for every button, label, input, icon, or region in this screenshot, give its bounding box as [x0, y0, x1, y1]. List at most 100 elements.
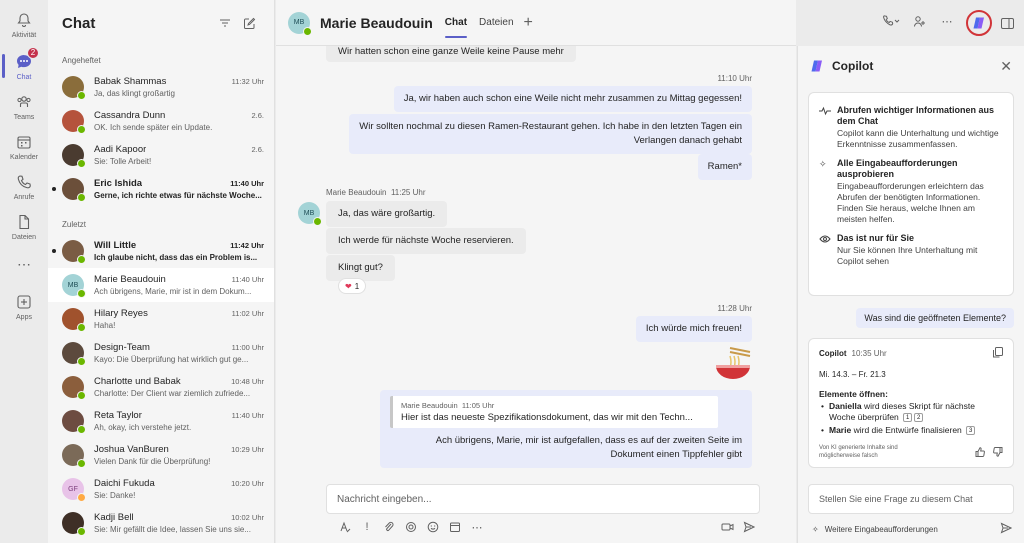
chat-item-row: Eric Ishida 11:40 Uhr	[94, 178, 264, 189]
citation-ref[interactable]: 3	[966, 426, 976, 436]
chat-list-item[interactable]: Aadi Kapoor 2.6. Sie: Tolle Arbeit!	[48, 138, 274, 172]
sparkle-icon: ✧	[819, 159, 827, 169]
more-horizontal-icon[interactable]: ⋯	[936, 10, 958, 32]
chat-item-name: Eric Ishida	[94, 178, 143, 189]
format-icon[interactable]	[334, 518, 356, 536]
chat-item-time: 10:48 Uhr	[231, 377, 264, 386]
chat-list-item[interactable]: Charlotte und Babak 10:48 Uhr Charlotte: D…	[48, 370, 274, 404]
loop-icon[interactable]	[400, 518, 422, 536]
avatar[interactable]: MB	[288, 11, 312, 36]
copilot-title: Copilot	[832, 59, 874, 73]
thumbs-up-icon[interactable]	[975, 447, 985, 460]
rail-item-calendar[interactable]: Kalender	[0, 126, 48, 166]
avatar	[62, 308, 86, 332]
chat-list-item[interactable]: Hilary Reyes 11:02 Uhr Haha!	[48, 302, 274, 336]
chat-item-preview: OK. Ich sende später ein Update.	[94, 123, 213, 132]
new-chat-icon[interactable]	[238, 12, 260, 34]
close-icon[interactable]: ✕	[1000, 58, 1012, 75]
send-icon[interactable]	[1000, 522, 1013, 537]
answer-text: wird die Entwürfe finalisieren	[851, 425, 962, 435]
rail-item-apps[interactable]: Apps	[0, 286, 48, 326]
copilot-question-input[interactable]: Stellen Sie eine Frage zu diesem Chat	[808, 484, 1014, 514]
filter-icon[interactable]	[214, 12, 236, 34]
send-icon[interactable]	[738, 518, 760, 536]
chat-item-text: Hilary Reyes 11:02 Uhr Haha!	[94, 308, 264, 330]
chat-item-row: Joshua VanBuren 10:29 Uhr	[94, 444, 264, 455]
more-prompts-button[interactable]: ✧ Weitere Eingabeaufforderungen	[812, 522, 1013, 537]
quote-sender: Marie Beaudouin	[401, 401, 458, 410]
schedule-icon[interactable]	[444, 518, 466, 536]
presence-available-icon	[77, 289, 86, 298]
priority-icon[interactable]: !	[356, 518, 378, 536]
presence-available-icon	[313, 217, 322, 226]
chat-item-row: Reta Taylor 11:40 Uhr	[94, 410, 264, 421]
disclaimer-line: Von KI generierte Inhalte sind	[819, 445, 898, 451]
more-horizontal-icon[interactable]: ⋯	[466, 518, 488, 536]
message-compose-input[interactable]: Nachricht eingeben...	[326, 484, 760, 514]
citation-ref[interactable]: 1	[903, 413, 913, 423]
copilot-user-question: Was sind die geöffneten Elemente?	[856, 308, 1014, 328]
eye-icon	[819, 233, 837, 267]
chat-list-item[interactable]: MB Marie Beaudouin 11:40 Uhr Ach übrigens, …	[48, 268, 274, 302]
chat-item-name: Cassandra Dunn	[94, 110, 166, 121]
rail-item-teams[interactable]: Teams	[0, 86, 48, 126]
quoted-message[interactable]: Marie Beaudouin 11:05 Uhr Hier ist das n…	[390, 396, 718, 428]
chat-list-item[interactable]: Design-Team 11:00 Uhr Kayo: Die Überprüfun…	[48, 336, 274, 370]
chat-item-time: 10:29 Uhr	[231, 445, 264, 454]
chat-list-item[interactable]: Kadji Bell 10:02 Uhr Sie: Mir gefällt die …	[48, 506, 274, 540]
answer-list-item: Daniella wird dieses Skript für nächste …	[819, 401, 1003, 423]
thumbs-down-icon[interactable]	[993, 447, 1003, 460]
message-timestamp: 11:25 Uhr	[390, 188, 426, 197]
avatar-initials: MB	[303, 209, 315, 217]
video-clip-icon[interactable]	[716, 518, 738, 536]
rail-item-activity[interactable]: Aktivität	[0, 4, 48, 44]
chat-list-item[interactable]: Joshua VanBuren 10:29 Uhr Vielen Dank für …	[48, 438, 274, 472]
citation-ref[interactable]: 2	[914, 413, 924, 423]
chat-list-item[interactable]: Eric Ishida 11:40 Uhr Gerne, ich richte et…	[48, 172, 274, 206]
chat-icon: 2	[14, 46, 39, 72]
message-bubble-incoming: Ja, das wäre großartig.	[326, 201, 448, 227]
presence-available-icon	[303, 26, 312, 36]
feature-title: Abrufen wichtiger Informationen aus dem …	[837, 105, 995, 126]
avatar	[62, 376, 86, 400]
chat-list-item[interactable]: Reta Taylor 11:40 Uhr Ah, okay, ich verste…	[48, 404, 274, 438]
chat-list-item[interactable]: Cassandra Dunn 2.6. OK. Ich sende später e…	[48, 104, 274, 138]
feature-body: Eingabeaufforderungen erleichtern das Ab…	[837, 181, 984, 224]
emoji-icon[interactable]	[422, 518, 444, 536]
rail-item-files[interactable]: Dateien	[0, 206, 48, 246]
presence-available-icon	[77, 323, 86, 332]
avatar	[62, 144, 86, 168]
presence-away-icon	[77, 493, 86, 502]
message-list: Wir hatten schon eine ganze Weile keine …	[276, 46, 796, 476]
rail-more-button[interactable]: ⋯	[0, 244, 48, 284]
chat-item-preview: Sie: Danke!	[94, 491, 136, 500]
presence-available-icon	[77, 425, 86, 434]
more-prompts-label: Weitere Eingabeaufforderungen	[824, 525, 938, 534]
sparkle-icon: ✧	[812, 525, 819, 534]
copilot-button[interactable]	[966, 10, 992, 36]
copy-icon[interactable]	[993, 347, 1003, 360]
avatar[interactable]: MB	[298, 202, 322, 226]
pinned-section-label: Angeheftet	[62, 55, 101, 65]
attach-icon[interactable]	[378, 518, 400, 536]
ai-disclaimer: Von KI generierte Inhalte sind möglicher…	[819, 444, 975, 460]
reaction-count: 1	[354, 281, 360, 291]
presence-available-icon	[77, 357, 86, 366]
tab-files[interactable]: Dateien	[479, 0, 513, 46]
chat-list-item[interactable]: Babak Shammas 11:32 Uhr Ja, das klingt gro…	[48, 70, 274, 104]
presence-available-icon	[77, 91, 86, 100]
chat-list-item[interactable]: GF Daichi Fukuda 10:20 Uhr Sie: Danke!	[48, 472, 274, 506]
chat-title: Marie Beaudouin	[320, 14, 433, 31]
unread-badge: 2	[27, 46, 39, 59]
side-panel-icon[interactable]	[996, 12, 1018, 34]
add-people-icon[interactable]	[908, 10, 930, 32]
reaction-heart[interactable]: ❤ 1	[338, 278, 367, 294]
tab-chat[interactable]: Chat	[444, 0, 468, 46]
feature-title: Alle Eingabeaufforderungen ausprobieren	[837, 158, 958, 179]
chat-list-item[interactable]: Will Little 11:42 Uhr Ich glaube nicht, da…	[48, 234, 274, 268]
call-icon[interactable]	[880, 10, 902, 32]
add-tab-icon[interactable]: +	[524, 14, 533, 32]
rail-item-chat[interactable]: 2 Chat	[0, 46, 48, 86]
rail-item-calls[interactable]: Anrufe	[0, 166, 48, 206]
chat-item-time: 2.6.	[251, 145, 264, 154]
